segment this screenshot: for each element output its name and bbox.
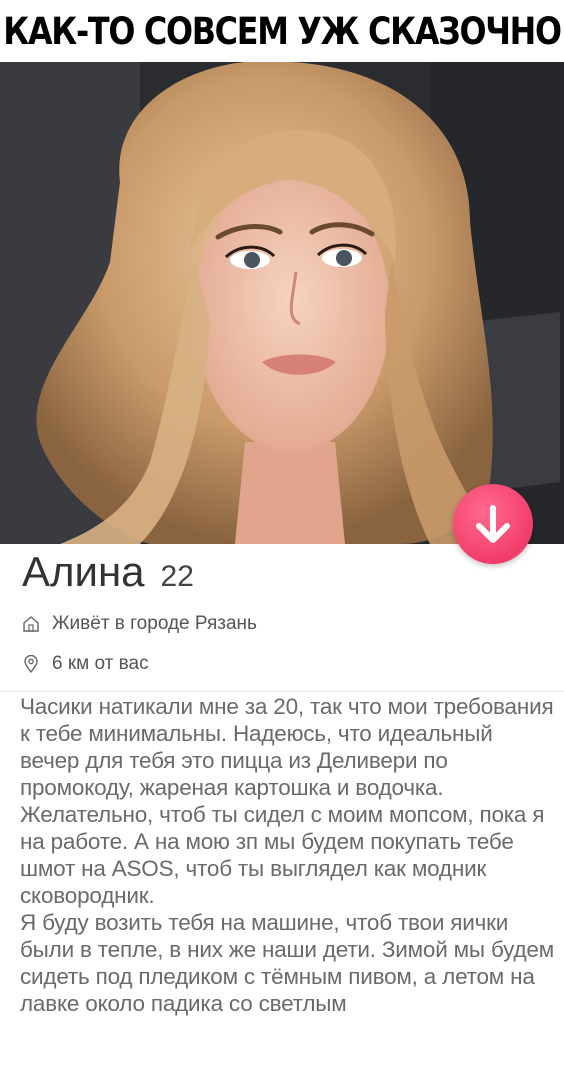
- city-label: Живёт в городе Рязань: [52, 613, 257, 634]
- profile-age: 22: [160, 560, 194, 593]
- bio-paragraph: Желательно, чтоб ты сидел с моим мопсом,…: [20, 802, 545, 908]
- bio-paragraph: Часики натикали мне за 20, так что мои т…: [20, 694, 554, 800]
- profile-header: Алина 22: [22, 548, 194, 596]
- arrow-down-icon: [476, 505, 510, 543]
- city-row: Живёт в городе Рязань: [22, 613, 257, 635]
- section-divider: [0, 691, 564, 692]
- distance-label: 6 км от вас: [52, 653, 149, 674]
- bio-paragraph: Я буду возить тебя на машине, чтоб твои …: [20, 910, 554, 1016]
- profile-photo[interactable]: [0, 62, 564, 544]
- home-icon: [23, 616, 39, 632]
- distance-row: 6 км от вас: [22, 653, 149, 675]
- profile-name: Алина: [22, 548, 145, 595]
- location-pin-icon: [24, 655, 38, 673]
- dislike-button[interactable]: [453, 484, 533, 564]
- profile-bio: Часики натикали мне за 20, так что мои т…: [20, 693, 555, 1017]
- meme-caption: КАК-ТО СОВСЕМ УЖ СКАЗОЧНО: [3, 0, 562, 62]
